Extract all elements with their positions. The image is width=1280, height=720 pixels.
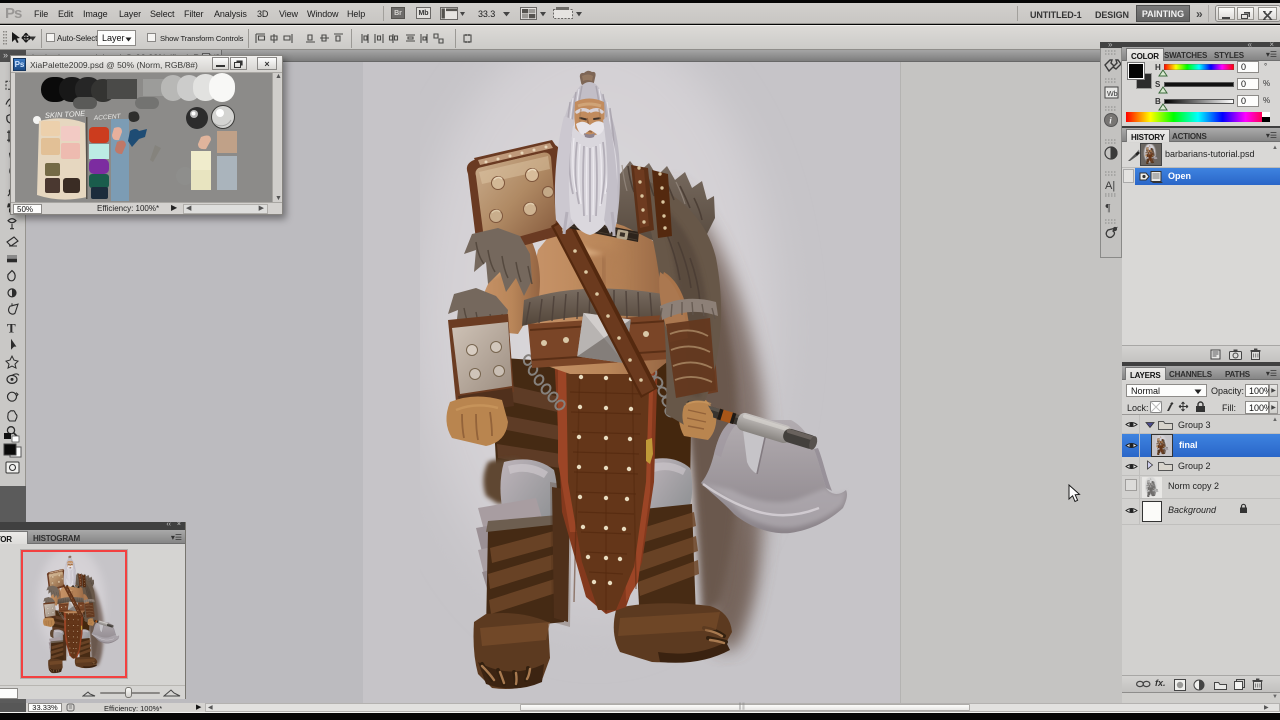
svg-text:A|: A|: [1105, 180, 1115, 192]
svg-text:SKIN TONE: SKIN TONE: [45, 109, 87, 120]
svg-text:Wb: Wb: [1107, 91, 1118, 98]
svg-text:¶: ¶: [1106, 202, 1111, 214]
svg-text:T: T: [7, 321, 16, 336]
